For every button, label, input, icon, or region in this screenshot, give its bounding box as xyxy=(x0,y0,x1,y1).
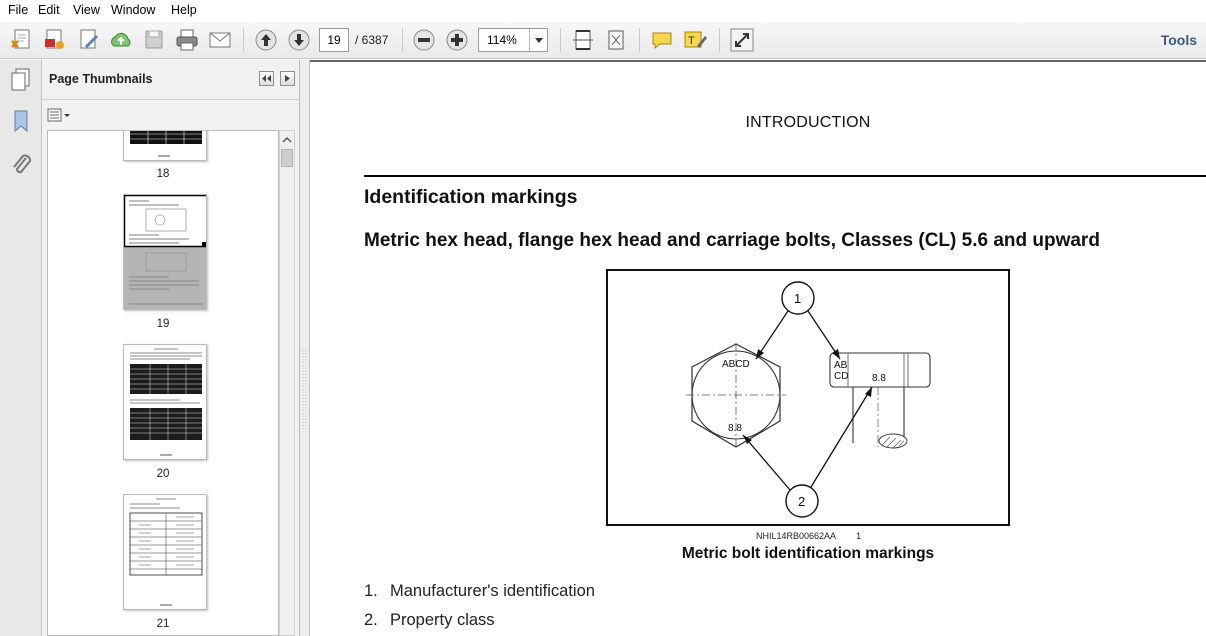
menu-bar: File Edit View Window Help xyxy=(0,0,1206,22)
edit-document-icon[interactable] xyxy=(76,27,102,53)
pdf-document-icon[interactable] xyxy=(42,27,68,53)
class-right: 8.8 xyxy=(872,373,886,384)
chevron-right-icon xyxy=(285,75,290,82)
expand-icon[interactable] xyxy=(729,27,755,53)
cloud-upload-icon[interactable] xyxy=(108,27,134,53)
thumbnail-page-19[interactable] xyxy=(123,194,207,310)
chevron-down-icon[interactable] xyxy=(529,29,547,51)
menu-help[interactable]: Help xyxy=(171,3,197,17)
page-total: / 6387 xyxy=(355,33,389,47)
fit-page-icon[interactable] xyxy=(603,27,629,53)
expand-panel-button[interactable] xyxy=(280,71,295,86)
figure-caption: Metric bolt identification markings xyxy=(681,545,935,562)
tools-button[interactable]: Tools xyxy=(1161,32,1197,48)
page-thumbnails-icon[interactable] xyxy=(8,66,34,92)
marking-right-bottom: CD xyxy=(834,371,848,382)
attachment-icon[interactable] xyxy=(8,152,34,178)
thumbnail-scrollbar[interactable] xyxy=(279,130,295,636)
marking-right-top: AB xyxy=(834,360,848,371)
thumbnail-list[interactable]: 18 19 20 21 xyxy=(47,130,279,636)
section-heading: Identification markings xyxy=(364,186,578,208)
next-page-icon[interactable] xyxy=(286,27,312,53)
highlight-text-icon[interactable]: T xyxy=(682,27,708,53)
options-menu-icon xyxy=(47,108,70,122)
class-left: 8.8 xyxy=(728,423,742,434)
thumbnail-label: 21 xyxy=(156,618,170,630)
thumbnail-label: 18 xyxy=(156,168,170,180)
zoom-out-icon[interactable] xyxy=(411,27,437,53)
marking-left: ABCD xyxy=(722,359,750,370)
toolbar: 19 / 6387 114% T Tools xyxy=(0,22,1206,59)
thumbnail-page-21[interactable] xyxy=(123,494,207,610)
callout-2: 2 xyxy=(798,494,805,509)
scroll-up-icon[interactable] xyxy=(280,133,294,147)
menu-edit[interactable]: Edit xyxy=(38,3,60,17)
comment-icon[interactable] xyxy=(649,27,675,53)
save-icon[interactable] xyxy=(141,27,167,53)
print-icon[interactable] xyxy=(174,27,200,53)
list-item: 2. Property class xyxy=(364,611,495,629)
thumbnail-page-18[interactable] xyxy=(123,131,207,161)
panel-title: Page Thumbnails xyxy=(49,72,153,86)
thumbnail-options-button[interactable] xyxy=(47,107,73,123)
page-thumbnails-panel: Page Thumbnails 18 19 20 21 xyxy=(42,60,300,636)
page-number-input[interactable]: 19 xyxy=(319,28,349,52)
document-view[interactable]: INTRODUCTION Identification markings Met… xyxy=(310,60,1206,636)
header-rule xyxy=(364,175,1206,177)
create-pdf-icon[interactable] xyxy=(9,27,35,53)
navigation-strip xyxy=(0,60,42,636)
bolt-diagram: ABCD 8.8 AB CD 8.8 1 2 xyxy=(686,281,931,518)
panel-resize-handle[interactable] xyxy=(300,60,310,636)
bolt-figure: ABCD 8.8 AB CD 8.8 1 2 xyxy=(606,269,1010,526)
thumbnail-label: 20 xyxy=(156,468,170,480)
menu-file[interactable]: File xyxy=(8,3,28,17)
fit-width-icon[interactable] xyxy=(570,27,596,53)
double-chevron-left-icon xyxy=(262,75,271,82)
thumbnail-label: 19 xyxy=(156,318,170,330)
figure-code: NHIL14RB00662AA 1 xyxy=(756,531,862,541)
thumbnail-page-20[interactable] xyxy=(123,344,207,460)
menu-window[interactable]: Window xyxy=(111,3,155,17)
menu-view[interactable]: View xyxy=(73,3,100,17)
svg-text:T: T xyxy=(688,35,695,47)
list-item: 1. Manufacturer's identification xyxy=(364,582,595,600)
email-icon[interactable] xyxy=(207,27,233,53)
panel-header: Page Thumbnails xyxy=(42,60,300,100)
previous-page-icon[interactable] xyxy=(253,27,279,53)
callout-1: 1 xyxy=(794,291,801,306)
zoom-select[interactable]: 114% xyxy=(478,28,548,52)
grip-icon xyxy=(302,350,307,430)
running-header: INTRODUCTION xyxy=(745,114,871,131)
collapse-panel-button[interactable] xyxy=(259,71,274,86)
bookmark-icon[interactable] xyxy=(8,108,34,134)
scrollbar-thumb[interactable] xyxy=(281,149,293,167)
zoom-in-icon[interactable] xyxy=(444,27,470,53)
subsection-heading: Metric hex head, flange hex head and car… xyxy=(364,230,1100,251)
zoom-value: 114% xyxy=(487,33,517,47)
